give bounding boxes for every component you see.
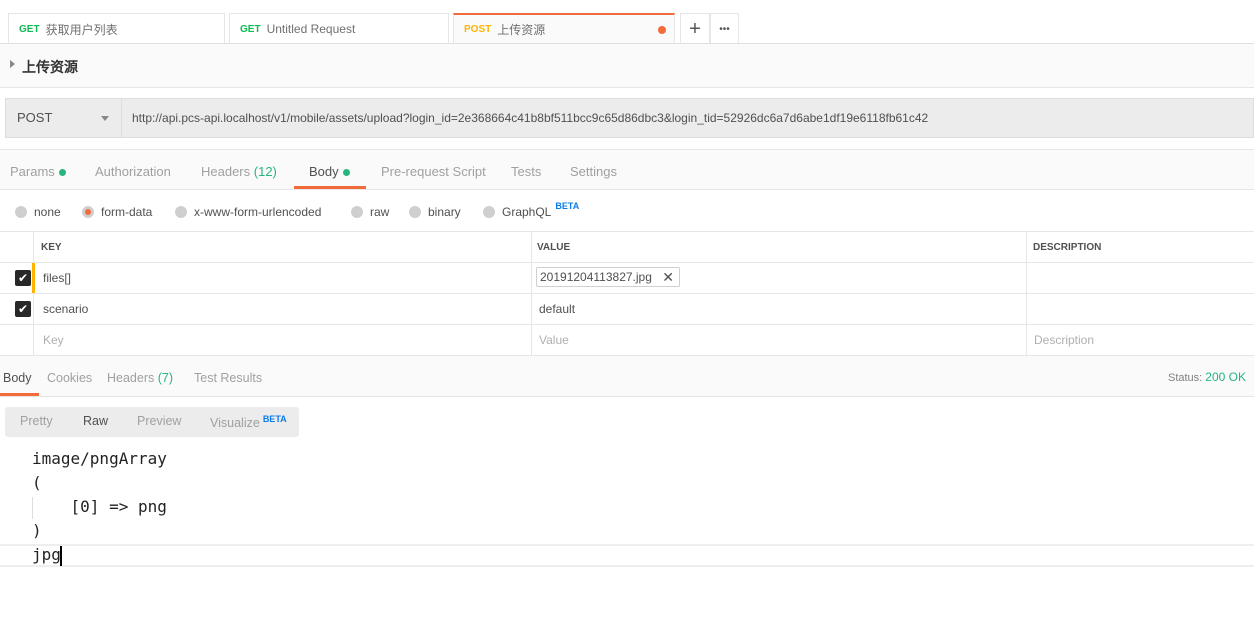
value-field[interactable]: default [539,302,575,316]
response-line[interactable]: jpg [32,545,61,564]
active-tab-underline [0,393,39,396]
status-dot-icon [342,169,350,177]
active-tab-underline [294,186,366,189]
text-cursor [60,546,62,566]
unsaved-dot-icon [658,25,666,34]
description-input[interactable]: Description [1034,333,1094,347]
column-header-value: VALUE [537,242,571,253]
response-line: image/pngArray [32,449,167,468]
response-status: Status: 200 OK [1167,370,1246,384]
response-line: ( [32,473,42,492]
request-tab-3-active[interactable]: POST 上传资源 [453,13,675,44]
key-field[interactable]: scenario [43,302,88,316]
row-focus-indicator [32,263,35,293]
column-header-key: KEY [41,242,62,253]
view-mode-preview[interactable]: Preview [137,414,181,428]
new-tab-button[interactable]: + [680,13,710,44]
more-tabs-button[interactable]: ••• [710,13,739,44]
view-mode-raw[interactable]: Raw [83,414,108,428]
response-tab-body[interactable]: Body [3,371,32,385]
key-input[interactable]: Key [43,333,64,347]
tab-params[interactable]: Params [10,164,66,179]
tab-authorization[interactable]: Authorization [95,164,171,179]
response-line: [0] => png [32,497,167,516]
request-name-bar: 上传资源 [0,44,1254,88]
close-icon[interactable]: ✕ [662,269,674,286]
caret-right-icon[interactable] [10,60,15,68]
radio-binary[interactable]: binary [409,205,461,219]
url-input[interactable]: http://api.pcs-api.localhost/v1/mobile/a… [121,98,1254,138]
chevron-down-icon [101,116,109,121]
request-name[interactable]: 上传资源 [22,57,78,77]
request-tab-1[interactable]: GET 获取用户列表 [8,13,225,44]
status-dot-icon [58,169,66,177]
response-tab-test-results[interactable]: Test Results [194,371,262,385]
active-line-highlight [0,544,1254,567]
response-tab-headers[interactable]: Headers (7) [107,371,173,385]
row-checkbox[interactable]: ✔ [15,301,31,317]
radio-graphql[interactable]: GraphQL BETA [483,201,579,219]
request-tab-2[interactable]: GET Untitled Request [229,13,449,44]
file-chip[interactable]: 20191204113827.jpg ✕ [536,267,680,287]
tab-settings[interactable]: Settings [570,164,617,179]
tab-body[interactable]: Body [309,164,350,179]
tab-headers[interactable]: Headers (12) [201,164,277,179]
radio-form-data[interactable]: form-data [82,205,152,219]
key-field[interactable]: files[] [43,271,71,285]
response-tab-cookies[interactable]: Cookies [47,371,92,385]
value-input[interactable]: Value [539,333,569,347]
tab-tests[interactable]: Tests [511,164,541,179]
radio-x-www-form-urlencoded[interactable]: x-www-form-urlencoded [175,205,321,219]
view-mode-visualize[interactable]: Visualize BETA [210,414,287,430]
view-mode-pretty[interactable]: Pretty [20,414,53,428]
radio-none[interactable]: none [15,205,61,219]
radio-raw[interactable]: raw [351,205,389,219]
response-line: ) [32,521,42,540]
tab-pre-request-script[interactable]: Pre-request Script [381,164,486,179]
method-select[interactable]: POST [5,98,121,138]
row-checkbox[interactable]: ✔ [15,270,31,286]
column-header-description: DESCRIPTION [1033,242,1102,253]
